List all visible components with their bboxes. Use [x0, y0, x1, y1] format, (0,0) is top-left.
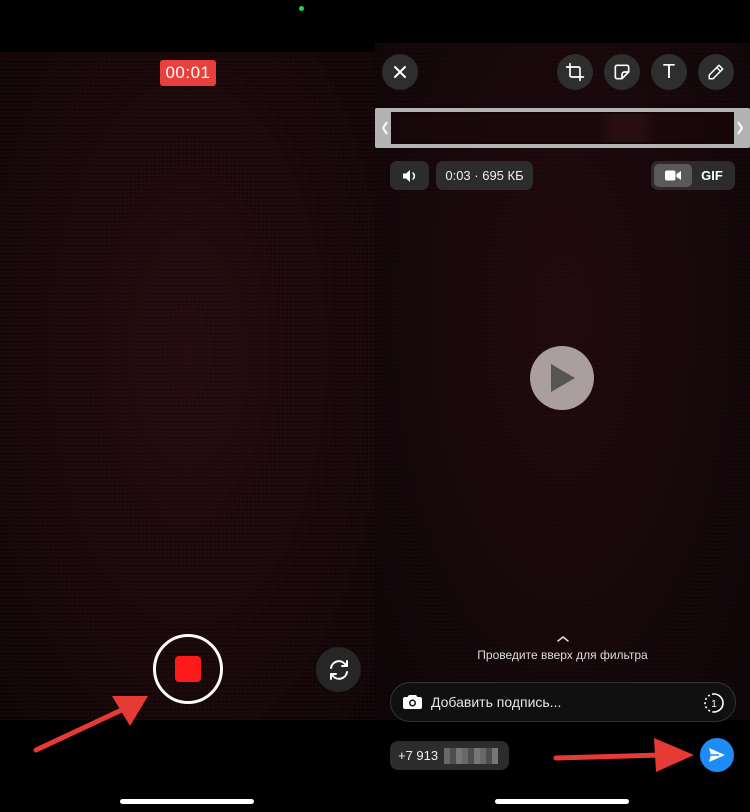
- caption-bar: 1: [390, 682, 736, 722]
- draw-button[interactable]: [698, 54, 734, 90]
- video-duration-size: 0:03 · 695 КБ: [436, 161, 533, 190]
- flip-camera-icon: [329, 659, 348, 680]
- video-trimmer[interactable]: [375, 108, 750, 148]
- video-editor-screen: T 0:03 · 695 КБ GIF Проведите вверх для …: [375, 0, 750, 812]
- mute-button[interactable]: [390, 161, 429, 190]
- video-format-option[interactable]: [654, 164, 692, 187]
- pencil-icon: [708, 64, 724, 80]
- camera-viewfinder: [0, 52, 375, 720]
- view-once-label: 1: [711, 699, 717, 710]
- speaker-icon: [402, 169, 415, 182]
- chevron-left-icon: [382, 121, 388, 135]
- sticker-button[interactable]: [604, 54, 640, 90]
- view-once-icon[interactable]: 1: [703, 692, 725, 714]
- camera-button[interactable]: [403, 692, 423, 712]
- send-button[interactable]: [700, 738, 734, 772]
- camera-in-use-indicator: [299, 6, 304, 11]
- play-button[interactable]: [530, 346, 594, 410]
- crop-rotate-icon: [565, 62, 585, 82]
- video-camera-icon: [665, 170, 681, 181]
- trimmer-frames: [393, 114, 732, 142]
- gif-format-option[interactable]: GIF: [692, 164, 732, 187]
- recipient-chip[interactable]: +7 913: [390, 741, 509, 770]
- chevron-up-icon: [556, 636, 569, 642]
- home-indicator: [120, 799, 254, 804]
- filter-hint-text: Проведите вверх для фильтра: [477, 648, 648, 662]
- camera-screen: 00:01: [0, 0, 375, 812]
- play-icon: [551, 364, 575, 392]
- recording-timer: 00:01: [160, 60, 216, 86]
- text-tool-button[interactable]: T: [651, 54, 687, 90]
- close-button[interactable]: [382, 54, 418, 90]
- send-icon: [709, 748, 725, 762]
- filter-swipe-hint[interactable]: Проведите вверх для фильтра: [375, 634, 750, 662]
- text-tool-label: T: [662, 60, 676, 83]
- trim-start-handle[interactable]: [379, 112, 391, 144]
- stop-icon: [175, 656, 201, 682]
- close-icon: [394, 66, 406, 78]
- video-gif-toggle[interactable]: GIF: [651, 161, 735, 190]
- chevron-right-icon: [737, 121, 743, 135]
- caption-input[interactable]: [431, 694, 691, 710]
- sticker-icon: [614, 64, 630, 80]
- recipient-blurred-digits: [444, 747, 499, 764]
- trim-end-handle[interactable]: [734, 112, 746, 144]
- crop-rotate-button[interactable]: [557, 54, 593, 90]
- recipient-number: +7 913: [398, 748, 439, 763]
- stop-recording-button[interactable]: [153, 634, 223, 704]
- home-indicator: [495, 799, 629, 804]
- camera-icon: [403, 695, 422, 709]
- flip-camera-button[interactable]: [316, 647, 361, 692]
